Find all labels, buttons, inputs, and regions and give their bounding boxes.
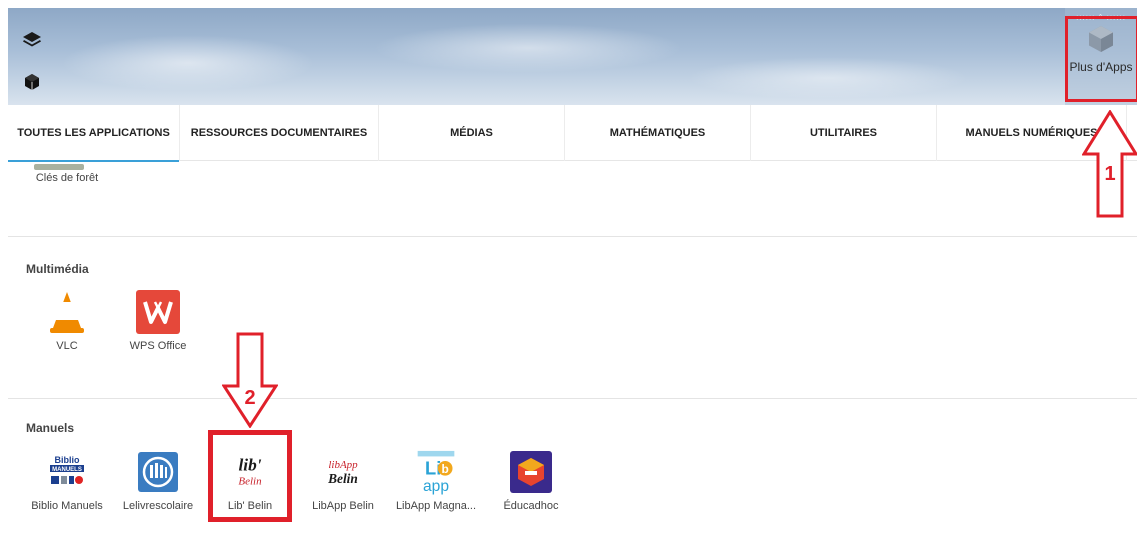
vlc-icon	[45, 290, 89, 334]
app-libapp-magnard[interactable]: Li b app LibApp Magna...	[391, 450, 481, 512]
drag-handle[interactable]: :::::: ^ ::::::	[1076, 12, 1126, 24]
app-vlc[interactable]: VLC	[22, 290, 112, 352]
section-divider	[8, 398, 1137, 399]
cles-de-foret-icon[interactable]	[34, 164, 84, 170]
educadhoc-icon	[509, 450, 553, 494]
layers-icon[interactable]	[20, 28, 44, 52]
app-lelivrescolaire[interactable]: Lelivrescolaire	[113, 450, 203, 512]
lelivrescolaire-icon	[136, 450, 180, 494]
cube-icon[interactable]	[20, 70, 44, 94]
cube-icon	[1089, 26, 1113, 52]
plus-apps-label: Plus d'Apps	[1069, 60, 1133, 74]
plus-apps-button[interactable]: :::::: ^ :::::: Plus d'Apps	[1065, 8, 1137, 105]
tab-mathematiques[interactable]: MATHÉMATIQUES	[565, 105, 751, 161]
app-label: VLC	[56, 340, 78, 352]
libapp-belin-icon: libApp Belin	[321, 450, 365, 494]
app-libapp-belin[interactable]: libApp Belin LibApp Belin	[298, 450, 388, 512]
biblio-manuels-icon: Biblio MANUELS	[45, 450, 89, 494]
tab-medias[interactable]: MÉDIAS	[379, 105, 565, 161]
app-label: Clés de forêt	[35, 172, 99, 184]
biblio-icon-text: Biblio	[55, 455, 80, 465]
libmagnard-b-text: b	[442, 462, 449, 476]
app-biblio-manuels[interactable]: Biblio MANUELS Biblio Manuels	[22, 450, 112, 512]
lib-belin-icon: lib' Belin	[228, 450, 272, 494]
app-label: LibApp Belin	[312, 500, 374, 512]
tab-utilitaires[interactable]: UTILITAIRES	[751, 105, 937, 161]
lib-icon-text: lib'	[238, 455, 261, 474]
libapp-magnard-icon: Li b app	[414, 450, 458, 495]
app-label: Éducadhoc	[503, 500, 559, 512]
app-educadhoc[interactable]: Éducadhoc	[486, 450, 576, 512]
annotation-number-1: 1	[1104, 163, 1115, 185]
app-label: WPS Office	[129, 340, 187, 352]
app-label: Lib' Belin	[227, 500, 273, 512]
app-label: Lelivrescolaire	[122, 500, 194, 512]
tab-toutes-les-applications[interactable]: TOUTES LES APPLICATIONS	[8, 105, 180, 162]
section-title-manuels: Manuels	[26, 421, 75, 435]
app-label: LibApp Magna...	[395, 500, 477, 512]
section-divider	[8, 236, 1137, 237]
top-banner	[8, 8, 1137, 105]
manuels-icon-text: MANUELS	[52, 467, 82, 473]
app-cles-de-foret[interactable]: Clés de forêt	[22, 172, 112, 184]
app-wps-office[interactable]: WPS Office	[113, 290, 203, 352]
tab-manuels-numeriques[interactable]: MANUELS NUMÉRIQUES	[937, 105, 1127, 161]
belin-icon-text: Belin	[238, 476, 262, 488]
category-tabs: TOUTES LES APPLICATIONS RESSOURCES DOCUM…	[8, 105, 1137, 162]
app-lib-belin[interactable]: lib' Belin Lib' Belin	[205, 450, 295, 512]
section-title-multimedia: Multimédia	[26, 262, 89, 276]
libapp-icon-text: libApp	[328, 459, 358, 471]
tab-ressources-documentaires[interactable]: RESSOURCES DOCUMENTAIRES	[180, 105, 379, 161]
annotation-arrow-down-step2: 2	[222, 332, 278, 428]
libapp-belin-icon-text: Belin	[327, 471, 358, 486]
libmagnard-app-text: app	[423, 478, 449, 495]
wps-office-icon	[136, 290, 180, 334]
app-label: Biblio Manuels	[31, 500, 103, 512]
